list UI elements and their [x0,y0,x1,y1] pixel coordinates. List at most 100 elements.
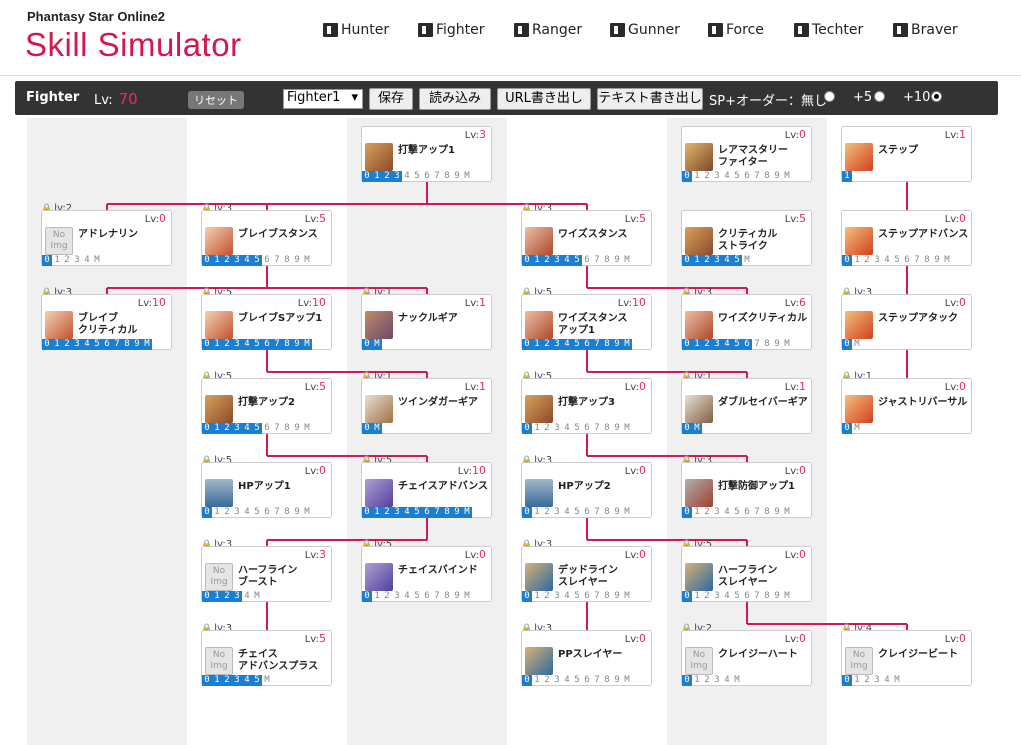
level-option[interactable]: M [252,591,262,602]
level-option[interactable]: 1 [692,255,702,266]
level-option[interactable]: 7 [752,591,762,602]
level-option[interactable]: 1 [212,507,222,518]
level-option[interactable]: 2 [862,675,872,686]
skill-node-just-reversal[interactable]: ジャストリバーサル Lv:0 0 M [841,378,972,434]
level-option[interactable]: 2 [222,255,232,266]
level-option[interactable]: 5 [92,339,102,350]
level-option[interactable]: 8 [602,675,612,686]
level-option[interactable]: 1 [692,507,702,518]
level-option[interactable]: 4 [82,339,92,350]
level-option[interactable]: 1 [532,507,542,518]
level-option[interactable]: 3 [72,255,82,266]
level-option[interactable]: 0 [842,423,852,434]
level-option[interactable]: 8 [602,255,612,266]
level-option[interactable]: 9 [292,339,302,350]
level-option[interactable]: M [622,507,632,518]
skill-node-wise-stance[interactable]: ワイズスタンス Lv:5 0 1 2 3 4 5 6 7 8 9 M [521,210,652,266]
level-option[interactable]: 2 [222,591,232,602]
level-option[interactable]: 3 [552,339,562,350]
level-option[interactable]: 1 [372,507,382,518]
level-option[interactable]: 3 [392,591,402,602]
level-option[interactable]: 4 [402,171,412,182]
sp-plus5-radio[interactable] [874,91,885,102]
level-option[interactable]: 0 [522,255,532,266]
skill-node-twin-dagger-gear[interactable]: ツインダガーギア Lv:1 0 M [361,378,492,434]
level-option[interactable]: 1 [52,255,62,266]
skill-node-hp-up2[interactable]: HPアップ2 Lv:0 0 1 2 3 4 5 6 7 8 9 M [521,462,652,518]
level-option[interactable]: 0 [522,507,532,518]
level-option[interactable]: M [262,675,272,686]
level-option[interactable]: 3 [552,423,562,434]
level-option[interactable]: 1 [212,675,222,686]
level-option[interactable]: 8 [762,339,772,350]
level-option[interactable]: 0 [682,255,692,266]
level-option[interactable]: 7 [432,591,442,602]
level-option[interactable]: 6 [262,255,272,266]
level-option[interactable]: 5 [572,591,582,602]
level-option[interactable]: 3 [712,507,722,518]
skill-node-step-advance[interactable]: ステップアドバンス Lv:0 0 1 2 3 4 5 6 7 8 9 M [841,210,972,266]
skill-node-wise-critical[interactable]: ワイズクリティカル Lv:6 0 1 2 3 4 5 6 7 8 9 M [681,294,812,350]
level-option[interactable]: M [852,339,862,350]
level-option[interactable]: 7 [592,255,602,266]
level-option[interactable]: 7 [592,507,602,518]
level-option[interactable]: 8 [762,591,772,602]
level-option[interactable]: 9 [452,171,462,182]
level-option[interactable]: M [92,255,102,266]
level-option[interactable]: 8 [762,171,772,182]
level-option[interactable]: 3 [232,339,242,350]
level-option[interactable]: 4 [242,507,252,518]
level-option[interactable]: 8 [282,423,292,434]
class-link-ranger[interactable]: Ranger [514,22,582,38]
level-option[interactable]: 8 [922,255,932,266]
level-option[interactable]: 1 [532,339,542,350]
level-option[interactable]: 5 [732,507,742,518]
skill-node-critical-strike[interactable]: クリティカル ストライク Lv:5 0 1 2 3 4 5 M [681,210,812,266]
level-option[interactable]: 4 [562,675,572,686]
level-option[interactable]: 8 [602,423,612,434]
level-option[interactable]: 9 [612,675,622,686]
skill-node-brave-critical[interactable]: ブレイブ クリティカル Lv:10 0 1 2 3 4 5 6 7 8 9 M [41,294,172,350]
level-option[interactable]: 2 [222,675,232,686]
level-option[interactable]: 1 [532,255,542,266]
level-option[interactable]: M [692,423,702,434]
level-option[interactable]: 0 [682,507,692,518]
level-option[interactable]: 3 [232,675,242,686]
level-option[interactable]: 4 [562,507,572,518]
level-option[interactable]: 5 [572,255,582,266]
level-option[interactable]: 2 [542,423,552,434]
level-option[interactable]: M [782,339,792,350]
level-option[interactable]: 5 [572,675,582,686]
level-option[interactable]: M [782,507,792,518]
level-option[interactable]: 7 [752,171,762,182]
level-option[interactable]: 5 [412,591,422,602]
level-option[interactable]: M [782,171,792,182]
level-option[interactable]: 0 [522,423,532,434]
class-link-braver[interactable]: Braver [893,22,958,38]
level-option[interactable]: 9 [612,591,622,602]
level-option[interactable]: 1 [212,591,222,602]
level-option[interactable]: 2 [222,339,232,350]
level-option[interactable]: M [622,423,632,434]
level-option[interactable]: 0 [202,423,212,434]
level-option[interactable]: 8 [442,171,452,182]
level-option[interactable]: 4 [722,507,732,518]
level-option[interactable]: 4 [562,423,572,434]
level-option[interactable]: 7 [912,255,922,266]
level-option[interactable]: M [302,255,312,266]
level-option[interactable]: 4 [82,255,92,266]
level-option[interactable]: 8 [282,255,292,266]
level-option[interactable]: 4 [402,507,412,518]
level-option[interactable]: 7 [272,255,282,266]
level-option[interactable]: 0 [362,423,372,434]
level-option[interactable]: 5 [732,339,742,350]
level-option[interactable]: 0 [362,339,372,350]
level-option[interactable]: 0 [682,171,692,182]
skill-node-halfline-boost[interactable]: No Img ハーフライン ブースト Lv:3 0 1 2 3 4 M [201,546,332,602]
level-option[interactable]: 0 [842,675,852,686]
level-option[interactable]: 1 [212,339,222,350]
skill-node-wise-stance-up1[interactable]: ワイズスタンス アップ1 Lv:10 0 1 2 3 4 5 6 7 8 9 M [521,294,652,350]
skill-node-daigeki-up2[interactable]: 打撃アップ2 Lv:5 0 1 2 3 4 5 6 7 8 9 M [201,378,332,434]
level-option[interactable]: 4 [562,255,572,266]
skill-node-knuckle-gear[interactable]: ナックルギア Lv:1 0 M [361,294,492,350]
